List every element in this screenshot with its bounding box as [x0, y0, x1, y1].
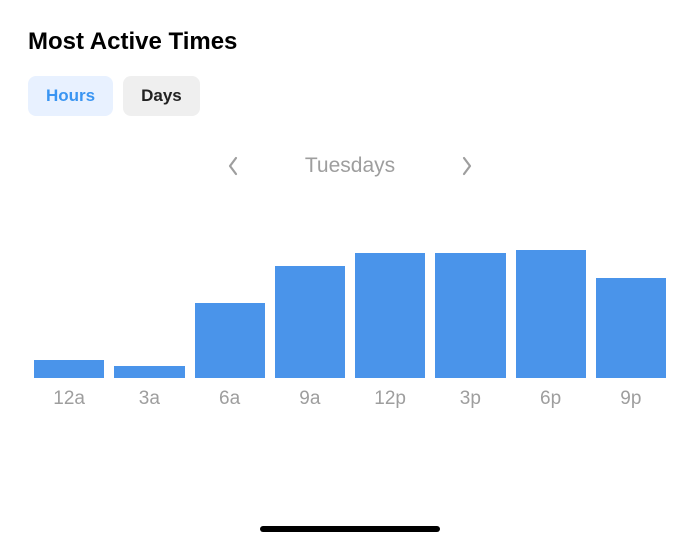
chart-xlabel: 3p: [435, 388, 505, 410]
tabs: Hours Days: [28, 76, 672, 116]
chart-xlabel: 6a: [195, 388, 265, 410]
chart-bar[interactable]: [195, 303, 265, 378]
chart-bars: [34, 228, 666, 378]
tab-hours[interactable]: Hours: [28, 76, 113, 116]
tab-days[interactable]: Days: [123, 76, 200, 116]
chart: 12a 3a 6a 9a 12p 3p 6p 9p: [28, 228, 672, 410]
chevron-left-icon[interactable]: [219, 152, 247, 180]
main-container: Most Active Times Hours Days Tuesdays 12…: [0, 0, 700, 410]
chevron-right-icon[interactable]: [453, 152, 481, 180]
day-label: Tuesdays: [295, 154, 405, 178]
home-indicator: [260, 526, 440, 532]
chart-xlabel: 9p: [596, 388, 666, 410]
chart-xlabel: 12p: [355, 388, 425, 410]
chart-xlabel: 9a: [275, 388, 345, 410]
day-navigator: Tuesdays: [28, 152, 672, 180]
chart-xlabels: 12a 3a 6a 9a 12p 3p 6p 9p: [34, 388, 666, 410]
chart-xlabel: 3a: [114, 388, 184, 410]
page-title: Most Active Times: [28, 28, 672, 56]
chart-xlabel: 6p: [516, 388, 586, 410]
chart-xlabel: 12a: [34, 388, 104, 410]
chart-bar[interactable]: [114, 366, 184, 378]
chart-bar[interactable]: [34, 360, 104, 378]
chart-bar[interactable]: [516, 250, 586, 378]
chart-bar[interactable]: [596, 278, 666, 378]
chart-bar[interactable]: [275, 266, 345, 378]
chart-bar[interactable]: [355, 253, 425, 378]
chart-bar[interactable]: [435, 253, 505, 378]
